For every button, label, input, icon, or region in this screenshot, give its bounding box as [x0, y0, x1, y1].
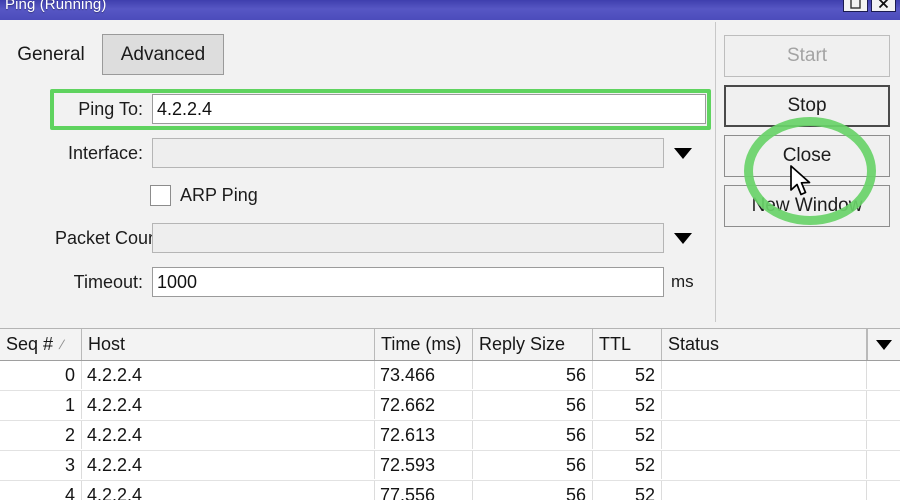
cell-seq: 1: [0, 391, 82, 419]
cell-host: 4.2.2.4: [82, 481, 375, 500]
interface-input[interactable]: [152, 138, 664, 168]
column-header-ttl-label: TTL: [599, 334, 632, 354]
cell-ttl: 52: [593, 481, 662, 500]
cell-status: [662, 481, 867, 500]
panel-divider: [715, 22, 716, 322]
stop-button[interactable]: Stop: [724, 85, 890, 127]
cell-time: 77.556: [375, 481, 473, 500]
column-header-status[interactable]: Status: [662, 329, 867, 360]
column-header-host-label: Host: [88, 334, 126, 354]
cell-host: 4.2.2.4: [82, 361, 375, 389]
maximize-button[interactable]: [843, 0, 868, 12]
cell-ttl: 52: [593, 361, 662, 389]
timeout-unit-label: ms: [671, 272, 694, 291]
tab-general-label: General: [17, 43, 85, 65]
close-action-button[interactable]: Close: [724, 135, 890, 177]
start-button-label: Start: [786, 45, 828, 66]
column-header-seq[interactable]: Seq # /: [0, 329, 82, 360]
tab-general[interactable]: General: [6, 34, 96, 75]
column-header-reply-size[interactable]: Reply Size: [473, 329, 593, 360]
window-title: Ping (Running): [5, 0, 107, 13]
cell-status: [662, 391, 867, 419]
tab-advanced-label: Advanced: [120, 43, 206, 65]
cell-seq: 2: [0, 421, 82, 449]
cell-time: 73.466: [375, 361, 473, 389]
packet-count-chevron-down-icon[interactable]: [674, 232, 692, 244]
sort-ascending-icon: /: [57, 337, 67, 352]
table-row[interactable]: 0 4.2.2.4 73.466 56 52: [0, 361, 900, 391]
action-button-column: Start Stop Close New Window: [724, 35, 890, 235]
cell-ttl: 52: [593, 451, 662, 479]
timeout-row: Timeout: 1000 ms: [55, 267, 694, 297]
ping-results-table: Seq # / Host Time (ms) Reply Size TTL St…: [0, 328, 900, 500]
cell-time: 72.613: [375, 421, 473, 449]
cell-seq: 4: [0, 481, 82, 500]
cell-host: 4.2.2.4: [82, 421, 375, 449]
column-header-status-label: Status: [668, 334, 720, 354]
start-button[interactable]: Start: [724, 35, 890, 77]
maximize-icon: [850, 0, 861, 9]
cell-time: 72.593: [375, 451, 473, 479]
interface-label: Interface:: [67, 142, 143, 163]
cell-ttl: 52: [593, 391, 662, 419]
column-header-host[interactable]: Host: [82, 329, 375, 360]
cell-reply-size: 56: [473, 451, 593, 479]
close-button[interactable]: [871, 0, 896, 12]
column-header-reply-size-label: Reply Size: [479, 334, 566, 354]
arp-ping-label: ARP Ping: [180, 185, 258, 205]
cell-reply-size: 56: [473, 361, 593, 389]
table-row[interactable]: 4 4.2.2.4 77.556 56 52: [0, 481, 900, 500]
column-header-ttl[interactable]: TTL: [593, 329, 662, 360]
close-action-button-label: Close: [782, 145, 832, 166]
interface-row: Interface:: [55, 138, 692, 168]
tab-advanced[interactable]: Advanced: [102, 34, 224, 75]
cell-reply-size: 56: [473, 421, 593, 449]
cell-reply-size: 56: [473, 391, 593, 419]
new-window-button-label: New Window: [751, 195, 863, 216]
cell-reply-size: 56: [473, 481, 593, 500]
table-header-row: Seq # / Host Time (ms) Reply Size TTL St…: [0, 329, 900, 361]
close-icon: [878, 0, 889, 9]
column-chooser-button[interactable]: [867, 329, 900, 360]
packet-count-row: Packet Count:: [55, 223, 692, 253]
cell-seq: 3: [0, 451, 82, 479]
timeout-input[interactable]: 1000: [152, 267, 664, 297]
table-row[interactable]: 3 4.2.2.4 72.593 56 52: [0, 451, 900, 481]
cell-host: 4.2.2.4: [82, 451, 375, 479]
column-header-seq-label: Seq #: [6, 334, 54, 354]
ping-window: Ping (Running) General Advanced Ping To:: [0, 0, 900, 500]
cell-seq: 0: [0, 361, 82, 389]
new-window-button[interactable]: New Window: [724, 185, 890, 227]
interface-chevron-down-icon[interactable]: [674, 147, 692, 159]
arp-ping-checkbox[interactable]: [150, 185, 171, 206]
general-form-panel: Ping To: 4.2.2.4 Interface: ARP Ping Pac…: [0, 75, 716, 320]
chevron-down-icon: [876, 339, 892, 350]
window-controls: [843, 0, 896, 12]
cell-host: 4.2.2.4: [82, 391, 375, 419]
window-titlebar: Ping (Running): [0, 0, 900, 20]
stop-button-label: Stop: [787, 95, 827, 116]
ping-to-label: Ping To:: [78, 98, 143, 119]
cell-status: [662, 451, 867, 479]
cell-status: [662, 421, 867, 449]
cell-time: 72.662: [375, 391, 473, 419]
cell-status: [662, 361, 867, 389]
cell-ttl: 52: [593, 421, 662, 449]
arp-ping-row[interactable]: ARP Ping: [150, 185, 258, 206]
column-header-time[interactable]: Time (ms): [375, 329, 473, 360]
table-row[interactable]: 1 4.2.2.4 72.662 56 52: [0, 391, 900, 421]
timeout-label: Timeout:: [73, 271, 143, 292]
packet-count-input[interactable]: [152, 223, 664, 253]
ping-to-input[interactable]: 4.2.2.4: [152, 94, 706, 124]
ping-to-row: Ping To: 4.2.2.4: [55, 94, 706, 124]
column-header-time-label: Time (ms): [381, 334, 462, 354]
table-row[interactable]: 2 4.2.2.4 72.613 56 52: [0, 421, 900, 451]
packet-count-label: Packet Count:: [55, 227, 169, 248]
